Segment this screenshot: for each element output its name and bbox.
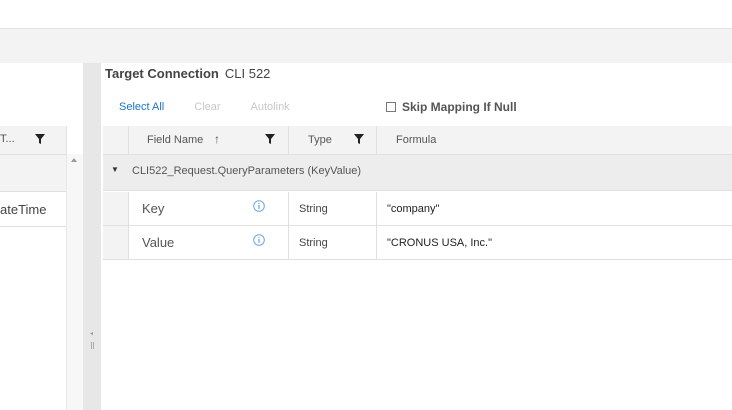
formula-cell[interactable]: "company" (387, 203, 439, 215)
source-field-row[interactable]: ateTime (0, 192, 67, 227)
column-divider (288, 226, 289, 259)
grid-header: Field Name ↑ Type Formula (103, 126, 732, 155)
column-divider (376, 226, 377, 259)
splitter-grip[interactable] (91, 342, 94, 349)
pane-splitter[interactable]: ◂ (83, 63, 101, 410)
type-cell: String (299, 237, 328, 249)
clear-button[interactable]: Clear (194, 101, 220, 113)
row-indent (103, 226, 129, 259)
type-column-label: Type (308, 134, 332, 146)
grid-header-indent (103, 126, 129, 154)
filter-icon[interactable] (354, 134, 364, 144)
formula-cell[interactable]: "CRONUS USA, Inc." (387, 237, 492, 249)
group-label: CLI522_Request.QueryParameters (KeyValue… (132, 165, 362, 177)
source-group-row (0, 155, 66, 192)
type-column-header[interactable]: Type (289, 126, 377, 154)
skip-mapping-toggle[interactable]: Skip Mapping If Null (386, 100, 517, 114)
source-scrollbar[interactable] (66, 154, 83, 410)
row-indent (103, 192, 129, 225)
select-all-button[interactable]: Select All (119, 101, 164, 113)
header-band (0, 29, 732, 63)
info-icon[interactable] (253, 200, 265, 212)
table-row[interactable]: Value String "CRONUS USA, Inc." (103, 226, 732, 260)
formula-column-label: Formula (396, 134, 437, 146)
source-column-header: T... (0, 126, 67, 155)
filter-icon[interactable] (35, 134, 45, 144)
group-row[interactable]: ▼ CLI522_Request.QueryParameters (KeyVal… (103, 155, 732, 191)
skip-mapping-label: Skip Mapping If Null (402, 100, 517, 114)
formula-column-header[interactable]: Formula (377, 126, 732, 154)
column-divider (376, 192, 377, 225)
autolink-button[interactable]: Autolink (251, 101, 290, 113)
info-icon[interactable] (253, 234, 265, 246)
splitter-arrow-icon[interactable]: ◂ (90, 331, 93, 337)
sort-ascending-icon[interactable]: ↑ (214, 132, 220, 146)
field-name-column-header[interactable]: Field Name ↑ (129, 126, 289, 154)
mapping-toolbar: Select All Clear Autolink (119, 101, 320, 115)
field-name-cell: Key (142, 201, 165, 216)
source-pane (0, 63, 66, 410)
column-divider (288, 192, 289, 225)
table-row[interactable]: Key String "company" (103, 192, 732, 226)
target-title: Target Connection CLI 522 (105, 66, 270, 81)
source-field-label: ateTime (0, 202, 47, 217)
top-bar (0, 0, 732, 29)
field-name-cell: Value (142, 235, 175, 250)
skip-mapping-checkbox[interactable] (386, 102, 396, 112)
type-cell: String (299, 203, 328, 215)
source-column-label: T... (0, 133, 15, 145)
scroll-up-icon[interactable] (71, 158, 77, 162)
field-name-column-label: Field Name (147, 134, 204, 146)
filter-icon[interactable] (265, 134, 275, 144)
expand-triangle-icon[interactable]: ▼ (111, 165, 119, 174)
target-connection-label: Target Connection (105, 66, 219, 81)
target-connection-name: CLI 522 (224, 66, 271, 81)
